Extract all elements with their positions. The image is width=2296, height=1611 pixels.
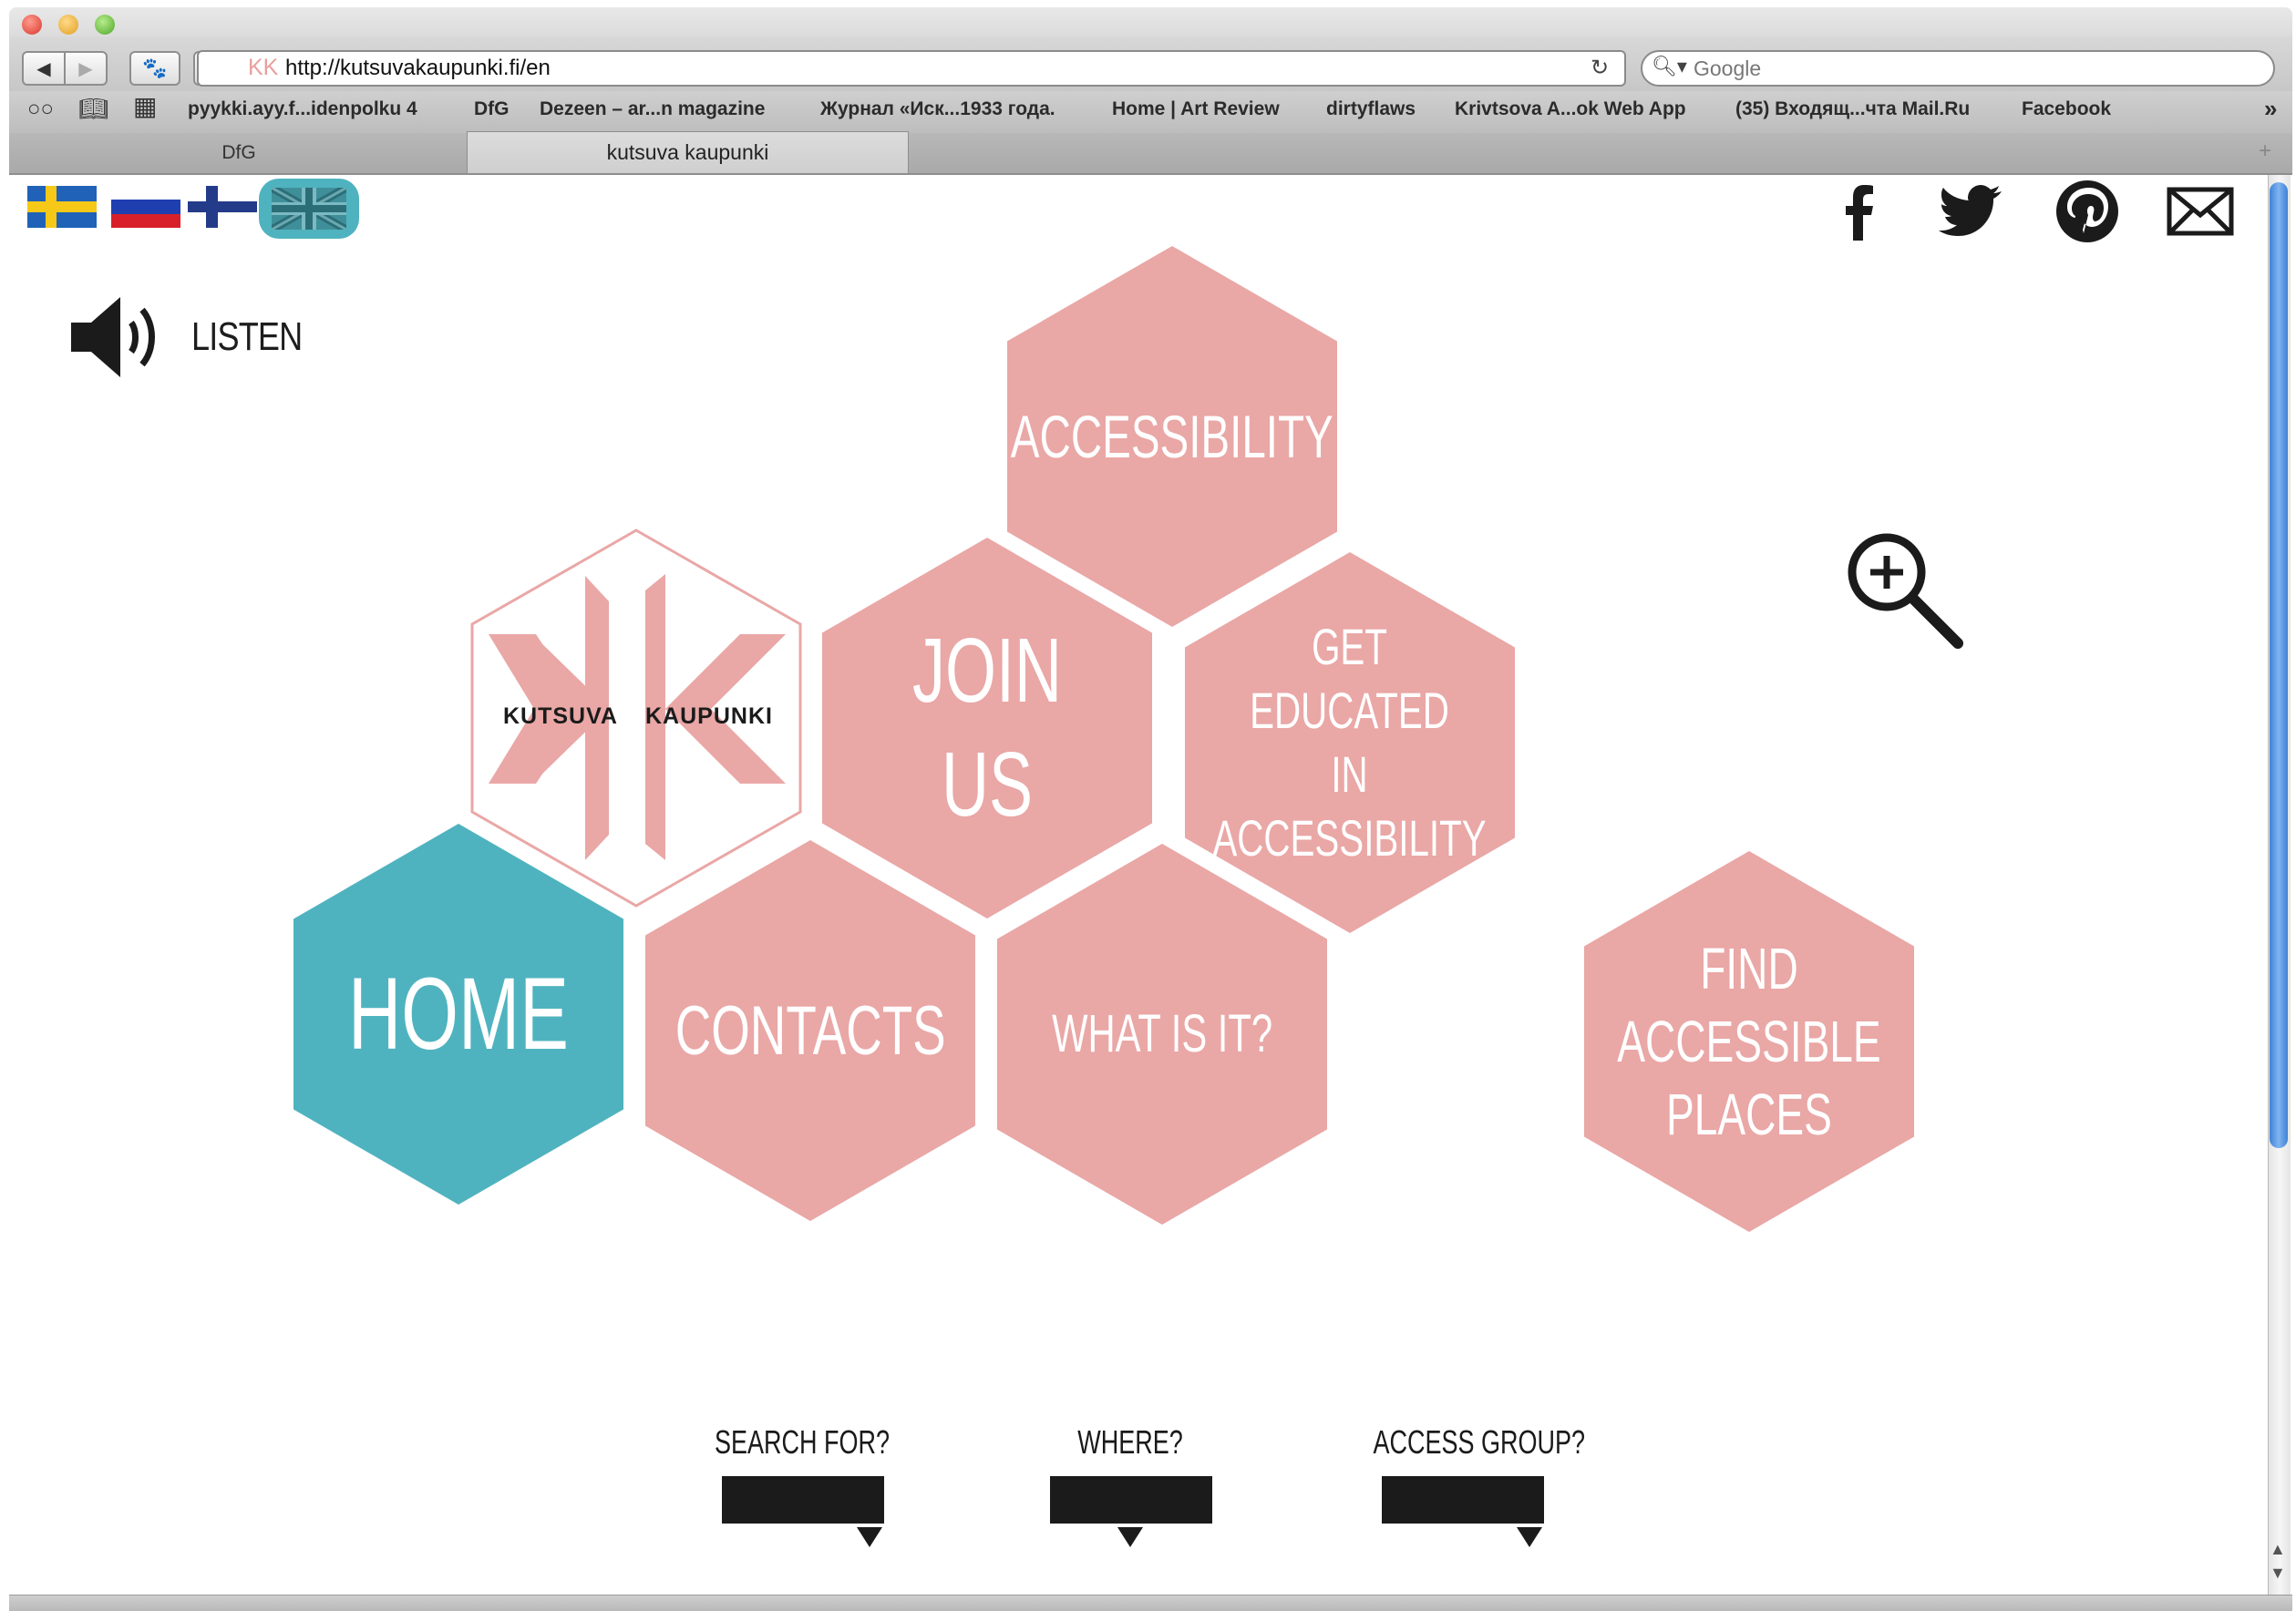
minimize-window-button[interactable] [58, 15, 78, 35]
logo-word-kaupunki: KAUPUNKI [645, 703, 773, 729]
kutsuva-kaupunki-logo[interactable]: KUTSUVA KAUPUNKI [467, 527, 806, 909]
where-chevron-icon[interactable] [1117, 1527, 1143, 1547]
get-educated-hex-button[interactable]: GET EDUCATED IN ACCESSIBILITY [1185, 552, 1515, 933]
home-label: HOME [348, 957, 569, 1071]
russian-flag[interactable] [111, 186, 180, 228]
swedish-flag[interactable] [27, 186, 97, 228]
scroll-down-arrow-icon[interactable]: ▼ [2270, 1564, 2286, 1583]
where-label: WHERE? [1077, 1423, 1183, 1461]
search-placeholder: Google [1694, 56, 1762, 80]
bookmark-item[interactable]: Dezeen – ar...n magazine [540, 98, 765, 120]
paw-icon: 🐾 [142, 56, 168, 79]
close-window-button[interactable] [22, 15, 42, 35]
find-accessible-places-hex-button[interactable]: FIND ACCESSIBLE PLACES [1584, 851, 1914, 1232]
search-for-label: SEARCH FOR? [714, 1423, 891, 1461]
find-places-label: FIND ACCESSIBLE PLACES [1617, 936, 1881, 1147]
accessibility-hex-button[interactable]: ACCESSIBILITY [1007, 246, 1337, 627]
search-icon[interactable]: 🔍︎▾ [1652, 55, 1687, 78]
listen-label[interactable]: LISTEN [191, 314, 303, 360]
uk-flag-selected[interactable] [259, 179, 359, 239]
speaker-icon[interactable] [67, 290, 170, 385]
bookmark-item[interactable]: Facebook [2022, 98, 2111, 120]
get-educated-label: GET EDUCATED IN ACCESSIBILITY [1212, 618, 1488, 867]
site-favicon: KK [248, 55, 279, 80]
facebook-icon[interactable] [1823, 179, 1896, 244]
url-text[interactable]: http://kutsuvakaupunki.fi/en [285, 56, 551, 81]
forward-button[interactable]: ▶ [64, 51, 108, 86]
forward-arrow-icon: ▶ [78, 58, 93, 79]
zoom-in-icon[interactable] [1841, 527, 1969, 651]
where-dropdown[interactable] [1050, 1476, 1212, 1524]
paw-extension-button[interactable]: 🐾 [129, 51, 180, 86]
pinterest-icon[interactable] [2051, 179, 2124, 244]
twitter-icon[interactable] [1936, 179, 2009, 244]
bookmark-item[interactable]: pyykki.ayy.f...idenpolku 4 [188, 98, 417, 120]
access-group-label: ACCESS GROUP? [1373, 1423, 1586, 1461]
accessibility-label: ACCESSIBILITY [1011, 402, 1333, 470]
reading-list-icon[interactable]: ○○ [27, 97, 54, 122]
mail-icon[interactable] [2164, 179, 2237, 244]
zoom-window-button[interactable] [95, 15, 115, 35]
bookmark-item[interactable]: dirtyflaws [1326, 98, 1416, 120]
contacts-label: CONTACTS [674, 991, 946, 1070]
more-bookmarks-icon[interactable]: » [2264, 95, 2277, 123]
access-group-dropdown[interactable] [1382, 1476, 1544, 1524]
join-us-hex-button[interactable]: JOIN US [822, 538, 1152, 918]
bookmark-item[interactable]: Krivtsova A...ok Web App [1455, 98, 1686, 120]
what-is-it-label: WHAT IS IT? [1051, 1003, 1273, 1063]
access-group-chevron-icon[interactable] [1517, 1527, 1542, 1547]
what-is-it-hex-button[interactable]: WHAT IS IT? [997, 844, 1327, 1225]
tab-kutsuva-kaupunki[interactable]: kutsuva kaupunki [467, 131, 909, 173]
scroll-up-arrow-icon[interactable]: ▲ [2270, 1540, 2286, 1559]
bookmark-item[interactable]: DfG [474, 98, 510, 120]
finnish-flag[interactable] [188, 186, 257, 228]
search-for-dropdown[interactable] [722, 1476, 884, 1524]
bookmark-item[interactable]: (35) Входящ...чта Mail.Ru [1735, 98, 1970, 120]
bookmark-item[interactable]: Журнал «Иск...1933 года. [820, 98, 1055, 120]
reload-icon[interactable]: ↻ [1591, 55, 1609, 81]
tab-dfg[interactable]: DfG [11, 133, 467, 173]
new-tab-icon[interactable]: + [2259, 139, 2271, 164]
search-for-chevron-icon[interactable] [857, 1527, 882, 1547]
status-bar [9, 1595, 2292, 1611]
join-us-label: JOIN US [911, 620, 1063, 836]
scrollbar-thumb[interactable] [2270, 182, 2288, 1148]
uk-flag [272, 188, 346, 230]
logo-word-kutsuva: KUTSUVA [503, 703, 618, 729]
bookmarks-book-icon[interactable]: 📖︎ [78, 95, 108, 123]
top-sites-grid-icon[interactable]: ▦ [133, 91, 157, 121]
back-button[interactable]: ◀ [22, 51, 66, 86]
back-arrow-icon: ◀ [36, 58, 51, 79]
bookmark-item[interactable]: Home | Art Review [1112, 98, 1280, 120]
